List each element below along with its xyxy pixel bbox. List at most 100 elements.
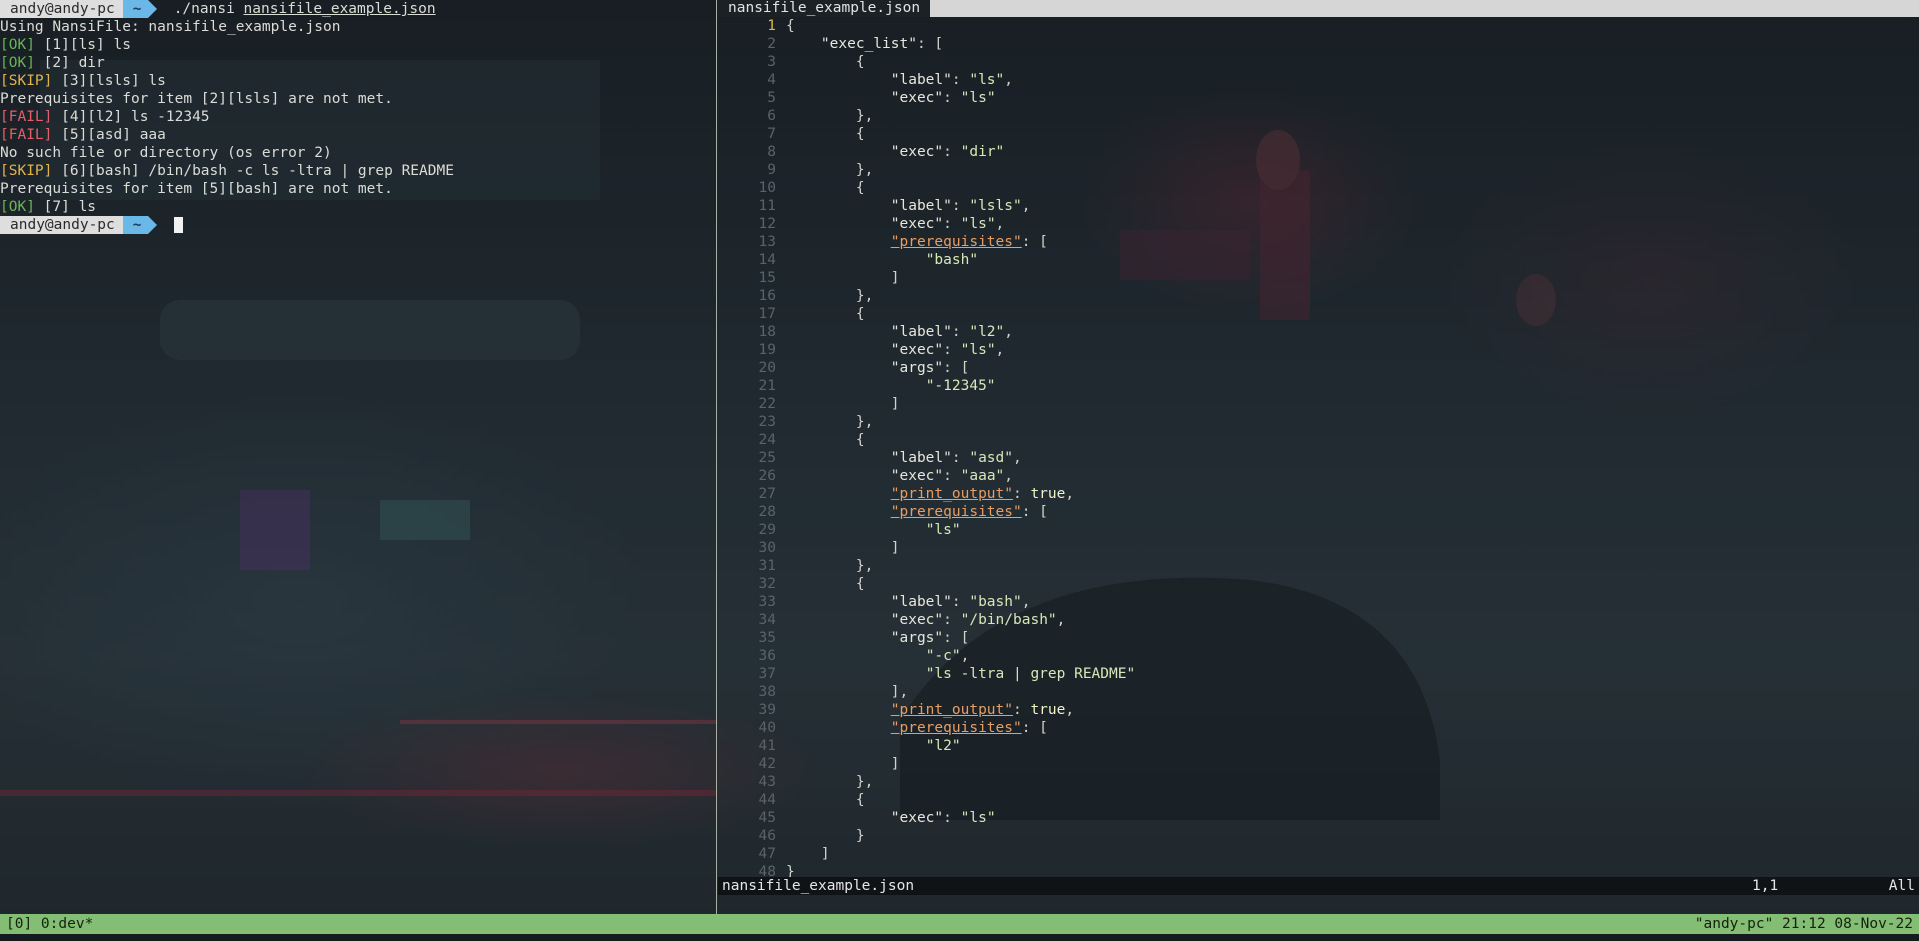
code-line[interactable]: 31 },	[718, 557, 1919, 575]
code-line[interactable]: 32 {	[718, 575, 1919, 593]
code-line[interactable]: 37 "ls -ltra | grep README"	[718, 665, 1919, 683]
code-line[interactable]: 8 "exec": "dir"	[718, 143, 1919, 161]
code-line[interactable]: 48}	[718, 863, 1919, 877]
code-line[interactable]: 7 {	[718, 125, 1919, 143]
code-line[interactable]: 47 ]	[718, 845, 1919, 863]
code-line[interactable]: 12 "exec": "ls",	[718, 215, 1919, 233]
line-number: 30	[758, 540, 776, 556]
code-line[interactable]: 9 },	[718, 161, 1919, 179]
vim-pane[interactable]: nansifile_example.json 1{2 "exec_list": …	[718, 0, 1919, 912]
tmux-status-bar: [0] 0:dev* "andy-pc" 21:12 08-Nov-22	[0, 914, 1919, 934]
code-line[interactable]: 28 "prerequisites": [	[718, 503, 1919, 521]
code-line[interactable]: 46 }	[718, 827, 1919, 845]
code-line[interactable]: 21 "-12345"	[718, 377, 1919, 395]
line-number: 16	[758, 288, 776, 304]
code-token: ]	[786, 396, 900, 412]
active-prompt-line[interactable]: andy@andy-pc ~	[0, 216, 716, 234]
line-number: 45	[758, 810, 776, 826]
code-line[interactable]: 35 "args": [	[718, 629, 1919, 647]
code-token: "exec"	[890, 90, 944, 106]
code-line[interactable]: 38 ],	[718, 683, 1919, 701]
code-line[interactable]: 19 "exec": "ls",	[718, 341, 1919, 359]
code-line[interactable]: 20 "args": [	[718, 359, 1919, 377]
code-token: "ls"	[960, 90, 996, 106]
line-number: 41	[758, 738, 776, 754]
code-line[interactable]: 4 "label": "ls",	[718, 71, 1919, 89]
code-line[interactable]: 23 },	[718, 413, 1919, 431]
prompt-directory: ~	[122, 0, 157, 18]
terminal-output-line: Prerequisites for item [2][lsls] are not…	[0, 90, 716, 108]
code-line[interactable]: 2 "exec_list": [	[718, 35, 1919, 53]
code-token: ,	[1021, 198, 1031, 214]
code-line[interactable]: 41 "l2"	[718, 737, 1919, 755]
status-tag-fail: [FAIL]	[0, 127, 53, 143]
code-token: ]	[786, 756, 900, 772]
prompt-directory: ~	[122, 216, 157, 234]
code-line[interactable]: 33 "label": "bash",	[718, 593, 1919, 611]
terminal-output-line: No such file or directory (os error 2)	[0, 144, 716, 162]
pane-divider[interactable]	[716, 0, 717, 914]
code-token: ,	[1004, 468, 1014, 484]
code-token: "label"	[890, 594, 952, 610]
code-line[interactable]: 42 ]	[718, 755, 1919, 773]
output-text: [1][ls] ls	[34, 37, 131, 53]
code-line[interactable]: 36 "-c",	[718, 647, 1919, 665]
line-number: 5	[767, 90, 776, 106]
status-cursor-position: 1,1	[1752, 878, 1779, 894]
code-line[interactable]: 1{	[718, 17, 1919, 35]
code-line[interactable]: 17 {	[718, 305, 1919, 323]
line-number: 38	[758, 684, 776, 700]
code-token: "print_output"	[890, 486, 1013, 502]
code-token: :	[943, 612, 961, 628]
vim-statusline: nansifile_example.json 1,1 All	[718, 877, 1919, 895]
code-line[interactable]: 15 ]	[718, 269, 1919, 287]
line-number: 15	[758, 270, 776, 286]
code-token: {	[786, 432, 865, 448]
code-token: {	[786, 54, 865, 70]
code-line[interactable]: 3 {	[718, 53, 1919, 71]
code-line[interactable]: 11 "label": "lsls",	[718, 197, 1919, 215]
code-line[interactable]: 25 "label": "asd",	[718, 449, 1919, 467]
code-line[interactable]: 40 "prerequisites": [	[718, 719, 1919, 737]
code-token: "label"	[890, 324, 952, 340]
code-line[interactable]: 6 },	[718, 107, 1919, 125]
code-token: : [	[1021, 504, 1048, 520]
code-line[interactable]: 16 },	[718, 287, 1919, 305]
status-scroll-position: All	[1888, 878, 1915, 894]
code-line[interactable]: 14 "bash"	[718, 251, 1919, 269]
tmux-session-window[interactable]: [0] 0:dev*	[6, 914, 93, 934]
code-line[interactable]: 30 ]	[718, 539, 1919, 557]
code-line[interactable]: 27 "print_output": true,	[718, 485, 1919, 503]
code-token: ,	[995, 342, 1005, 358]
code-token: "/bin/bash"	[960, 612, 1057, 628]
code-token: {	[786, 792, 865, 808]
code-token: : [	[916, 36, 944, 52]
code-line[interactable]: 29 "ls"	[718, 521, 1919, 539]
code-line[interactable]: 43 },	[718, 773, 1919, 791]
code-line[interactable]: 34 "exec": "/bin/bash",	[718, 611, 1919, 629]
code-line[interactable]: 44 {	[718, 791, 1919, 809]
code-line[interactable]: 5 "exec": "ls"	[718, 89, 1919, 107]
code-token: "exec"	[890, 144, 944, 160]
code-line[interactable]: 45 "exec": "ls"	[718, 809, 1919, 827]
editor-buffer[interactable]: 1{2 "exec_list": [3 {4 "label": "ls", 5 "…	[718, 17, 1919, 877]
code-line[interactable]: 24 {	[718, 431, 1919, 449]
code-line[interactable]: 26 "exec": "aaa",	[718, 467, 1919, 485]
line-number: 10	[758, 180, 776, 196]
terminal-pane[interactable]: andy@andy-pc ~ ./nansi nansifile_example.…	[0, 0, 716, 912]
code-line[interactable]: 13 "prerequisites": [	[718, 233, 1919, 251]
code-token: },	[786, 414, 874, 430]
code-line[interactable]: 39 "print_output": true,	[718, 701, 1919, 719]
code-line[interactable]: 18 "label": "l2",	[718, 323, 1919, 341]
status-tag-ok: [OK]	[0, 37, 35, 53]
tab-nansifile[interactable]: nansifile_example.json	[718, 0, 931, 17]
code-line[interactable]: 10 {	[718, 179, 1919, 197]
code-line[interactable]: 22 ]	[718, 395, 1919, 413]
